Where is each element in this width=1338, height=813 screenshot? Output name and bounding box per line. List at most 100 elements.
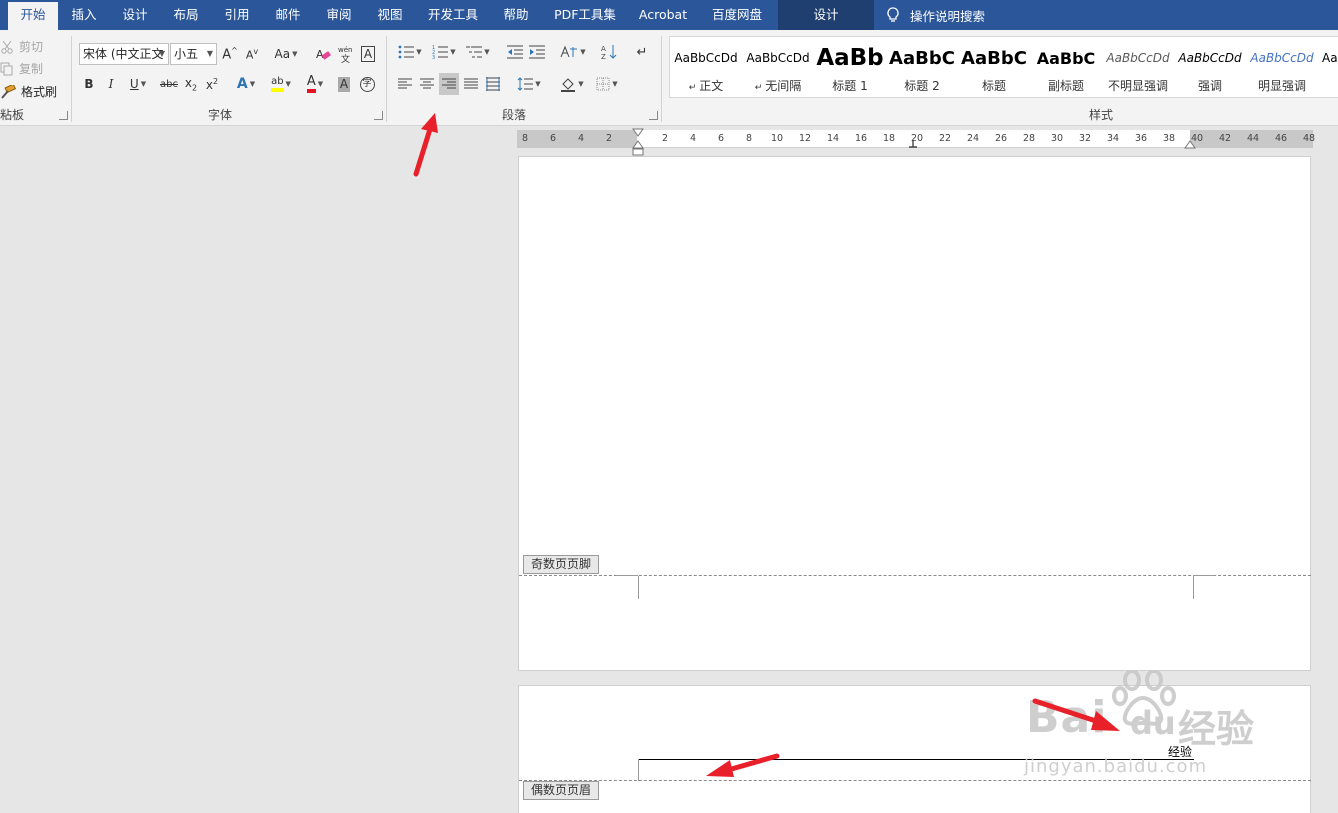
show-marks-button[interactable]: ↵ — [632, 41, 652, 63]
align-right-button[interactable] — [439, 73, 459, 95]
tab-pdf-tools[interactable]: PDF工具集 — [548, 0, 622, 30]
borders-button[interactable]: ▼ — [591, 73, 623, 95]
italic-button[interactable]: I — [102, 73, 120, 95]
tab-header-footer-design[interactable]: 设计 — [778, 0, 874, 30]
chevron-down-icon: ▼ — [580, 48, 586, 56]
tab-references[interactable]: 引用 — [215, 0, 259, 30]
shrink-font-button[interactable]: Av — [242, 43, 262, 65]
tab-home[interactable]: 开始 — [8, 2, 58, 30]
decrease-indent-button[interactable] — [505, 41, 525, 63]
bold-button[interactable]: B — [80, 73, 98, 95]
align-center-icon — [420, 78, 434, 89]
superscript-button[interactable]: x2 — [203, 73, 221, 95]
tab-insert[interactable]: 插入 — [62, 0, 106, 30]
style-no-spacing[interactable]: AaBbCcDd ↵ 无间隔 — [742, 37, 814, 97]
document-page-1[interactable]: 奇数页页脚 — [518, 156, 1311, 671]
tab-developer[interactable]: 开发工具 — [421, 0, 485, 30]
style-normal[interactable]: AaBbCcDd ↵ 正文 — [670, 37, 742, 97]
style-preview: AaBbCcDd — [1250, 51, 1314, 65]
style-intense-emphasis[interactable]: AaBbCcDd 明显强调 — [1246, 37, 1318, 97]
font-name-value: 宋体 (中文正文 — [83, 47, 164, 61]
tab-mailings[interactable]: 邮件 — [266, 0, 310, 30]
tab-acrobat[interactable]: Acrobat — [632, 0, 694, 30]
shading-button[interactable]: ▼ — [556, 73, 588, 95]
distributed-button[interactable] — [483, 73, 503, 95]
font-dialog-launcher[interactable] — [374, 111, 383, 120]
strikethrough-button[interactable]: abc — [158, 73, 180, 95]
style-name: ↵ 无间隔 — [742, 77, 814, 94]
align-right-icon — [442, 78, 456, 89]
underline-button[interactable]: U ▼ — [124, 73, 152, 95]
style-heading-2[interactable]: AaBbC 标题 2 — [886, 37, 958, 97]
italic-icon: I — [108, 77, 114, 91]
style-subtitle[interactable]: AaBbC 副标题 — [1030, 37, 1102, 97]
ruler-tick-label: 8 — [521, 133, 529, 144]
text-effects-button[interactable]: A ▼ — [230, 73, 262, 95]
style-preview: AaBb — [816, 45, 884, 71]
numbering-button[interactable]: 1 2 3 ▼ — [429, 41, 459, 63]
hanging-indent-marker[interactable] — [632, 140, 644, 156]
style-name: 不明显强调 — [1107, 79, 1168, 93]
phonetic-guide-button[interactable]: wén 文 — [336, 43, 356, 65]
tab-help[interactable]: 帮助 — [494, 0, 538, 30]
ruler-tick-label: 2 — [661, 133, 669, 144]
tab-review[interactable]: 审阅 — [317, 0, 361, 30]
right-indent-marker[interactable] — [1184, 140, 1196, 149]
align-center-button[interactable] — [417, 73, 437, 95]
first-line-indent-marker[interactable] — [632, 128, 644, 137]
justify-button[interactable] — [461, 73, 481, 95]
ruler-tick-label: 4 — [577, 133, 585, 144]
subscript-button[interactable]: x2 — [182, 73, 200, 95]
increase-indent-button[interactable] — [527, 41, 547, 63]
change-case-button[interactable]: Aa ▼ — [270, 43, 302, 65]
bullets-button[interactable]: ▼ — [395, 41, 425, 63]
format-painter-label: 格式刷 — [21, 85, 58, 99]
ruler-tick-label: 8 — [745, 133, 753, 144]
tab-view[interactable]: 视图 — [368, 0, 412, 30]
styles-group-label: 样式 — [1089, 108, 1114, 122]
character-border-button[interactable]: A — [358, 43, 378, 65]
ruler-tick-label: 12 — [798, 133, 812, 144]
align-left-button[interactable] — [395, 73, 415, 95]
crop-mark — [1193, 575, 1215, 576]
format-painter-button[interactable]: 格式刷 — [0, 83, 57, 100]
paragraph-dialog-launcher[interactable] — [649, 111, 658, 120]
watermark-url: jingyan.baidu.com — [1024, 756, 1208, 777]
tell-me-search[interactable]: 操作说明搜索 — [886, 0, 985, 30]
tab-layout[interactable]: 布局 — [164, 0, 208, 30]
style-preview: AaBbC — [1036, 48, 1096, 68]
font-color-button[interactable]: A ▼ — [299, 73, 331, 95]
tab-stop-marker[interactable] — [908, 140, 918, 148]
font-name-combo[interactable]: 宋体 (中文正文 ▼ — [79, 43, 169, 65]
highlight-color-button[interactable]: ab ▼ — [265, 73, 297, 95]
distributed-icon — [486, 77, 500, 91]
svg-text:A: A — [316, 48, 324, 61]
grow-font-button[interactable]: A^ — [220, 43, 240, 65]
increase-indent-icon — [529, 45, 545, 59]
underline-icon: U — [129, 77, 139, 91]
enclose-characters-button[interactable]: 字 — [357, 73, 377, 95]
copy-button[interactable]: 复制 — [0, 60, 43, 77]
style-title[interactable]: AaBbC 标题 — [958, 37, 1030, 97]
chevron-down-icon: ▼ — [249, 80, 256, 88]
horizontal-ruler[interactable]: 8 6 4 2 2 4 6 8 10 12 14 16 18 20 22 24 26 28 30 32 34 36 38 40… — [517, 128, 1315, 156]
clear-formatting-button[interactable]: A — [312, 43, 334, 65]
character-shading-button[interactable]: A — [335, 73, 353, 95]
style-heading-1[interactable]: AaBb 标题 1 — [814, 37, 886, 97]
style-subtle-emphasis[interactable]: AaBbCcDd 不明显强调 — [1102, 37, 1174, 97]
font-size-combo[interactable]: 小五 ▼ — [170, 43, 217, 65]
ruler-tick-label: 44 — [1246, 133, 1260, 144]
tab-baidu-netdisk[interactable]: 百度网盘 — [704, 0, 770, 30]
cut-button[interactable]: 剪切 — [0, 38, 43, 55]
bullet-list-icon — [398, 45, 415, 59]
chinese-layout-button[interactable]: ▼ — [557, 41, 589, 63]
style-name: 副标题 — [1047, 79, 1084, 93]
style-emphasis[interactable]: AaBbCcDd 强调 — [1174, 37, 1246, 97]
even-page-header-tag: 偶数页页眉 — [523, 781, 600, 800]
sort-button[interactable]: AZ — [598, 41, 620, 63]
line-spacing-button[interactable]: ▼ — [513, 73, 545, 95]
tab-design[interactable]: 设计 — [113, 0, 157, 30]
style-more[interactable]: Aa — [1318, 37, 1338, 97]
multilevel-list-button[interactable]: ▼ — [463, 41, 493, 63]
clipboard-dialog-launcher[interactable] — [59, 111, 68, 120]
